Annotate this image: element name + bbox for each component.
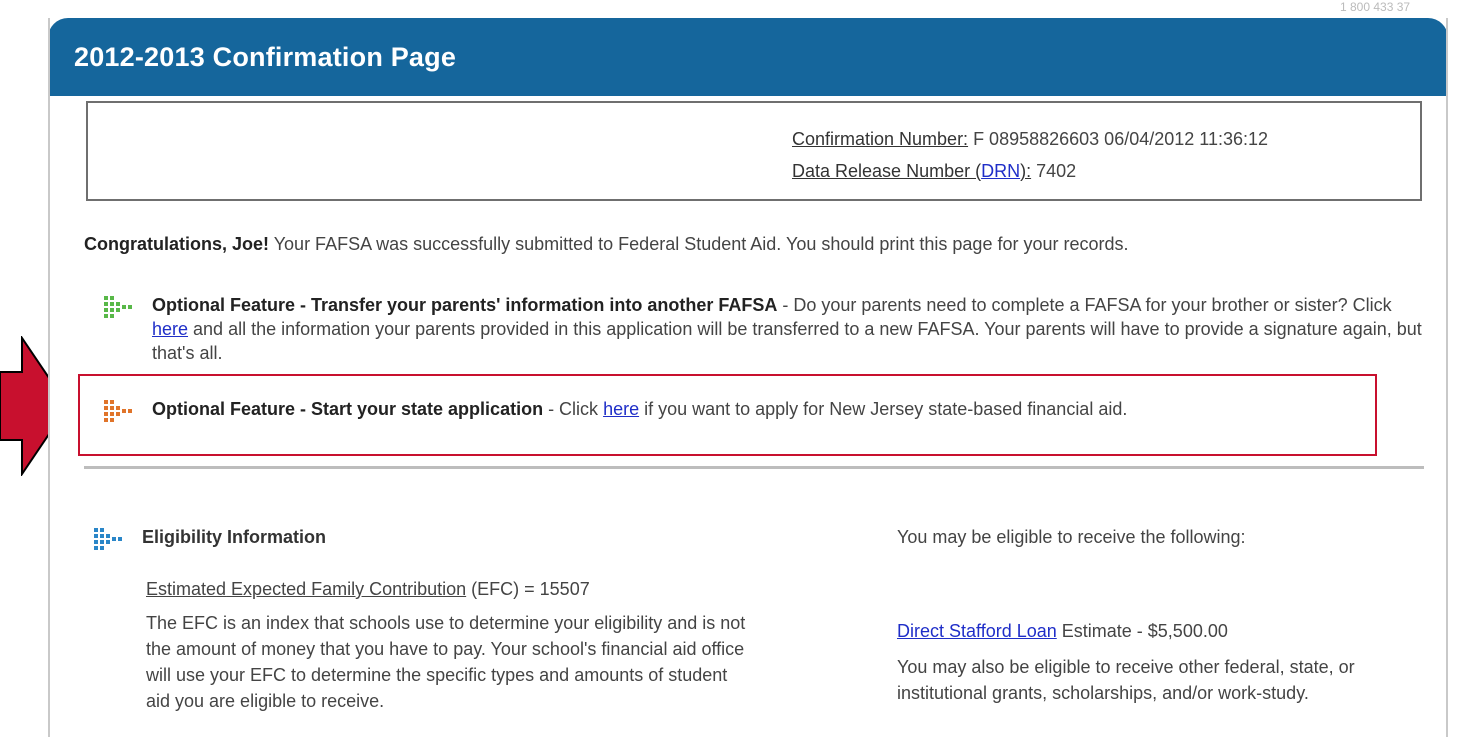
drn-value: 7402 (1031, 161, 1077, 181)
corner-phone-text: 1 800 433 37 (1340, 0, 1411, 14)
other-aid-description: You may also be eligible to receive othe… (897, 657, 1355, 703)
eligible-intro: You may be eligible to receive the follo… (897, 527, 1246, 547)
transfer-here-link[interactable]: here (152, 319, 188, 339)
drn-label-prefix: Data Release Number ( (792, 161, 982, 181)
state-application-highlight (78, 374, 1377, 456)
congratulations-message: Congratulations, Joe! Your FAFSA was suc… (84, 234, 1129, 255)
confirmation-number-label: Confirmation Number: (792, 129, 969, 149)
confirmation-number-value: F 08958826603 06/04/2012 11:36:12 (968, 129, 1268, 149)
confirmation-box: Confirmation Number: F 08958826603 06/04… (86, 101, 1422, 201)
feature-transfer-parents: Optional Feature - Transfer your parents… (152, 293, 1427, 365)
feature-text-before: - Do your parents need to complete a FAF… (777, 295, 1392, 315)
congratulations-name: Congratulations, Joe! (84, 234, 270, 254)
feature-text-after: and all the information your parents pro… (152, 319, 1422, 363)
loan-estimate: Estimate - $5,500.00 (1056, 621, 1228, 641)
efc-value: (EFC) = 15507 (466, 579, 590, 599)
loan-line: Direct Stafford Loan Estimate - $5,500.0… (897, 621, 1228, 642)
congratulations-text: Your FAFSA was successfully submitted to… (269, 234, 1129, 254)
efc-description: The EFC is an index that schools use to … (146, 613, 746, 711)
confirmation-number-line: Confirmation Number: F 08958826603 06/04… (792, 129, 1268, 150)
efc-line: Estimated Expected Family Contribution (… (146, 579, 590, 600)
direct-stafford-loan-link[interactable]: Direct Stafford Loan (897, 621, 1057, 641)
green-grid-arrow-icon (104, 296, 132, 318)
drn-link[interactable]: DRN (981, 161, 1020, 181)
section-divider (84, 466, 1424, 469)
feature-title: Optional Feature - Transfer your parents… (152, 295, 778, 315)
drn-line: Data Release Number (DRN): 7402 (792, 161, 1076, 182)
efc-estimated-label: Estimated (146, 579, 227, 599)
page-title: 2012-2013 Confirmation Page (74, 42, 457, 72)
eligibility-title: Eligibility Information (142, 527, 326, 547)
efc-full-label: Expected Family Contribution (226, 579, 467, 599)
panel-header: 2012-2013 Confirmation Page (50, 18, 1446, 96)
blue-grid-arrow-icon (94, 528, 122, 550)
drn-label-suffix: ): (1020, 161, 1032, 181)
